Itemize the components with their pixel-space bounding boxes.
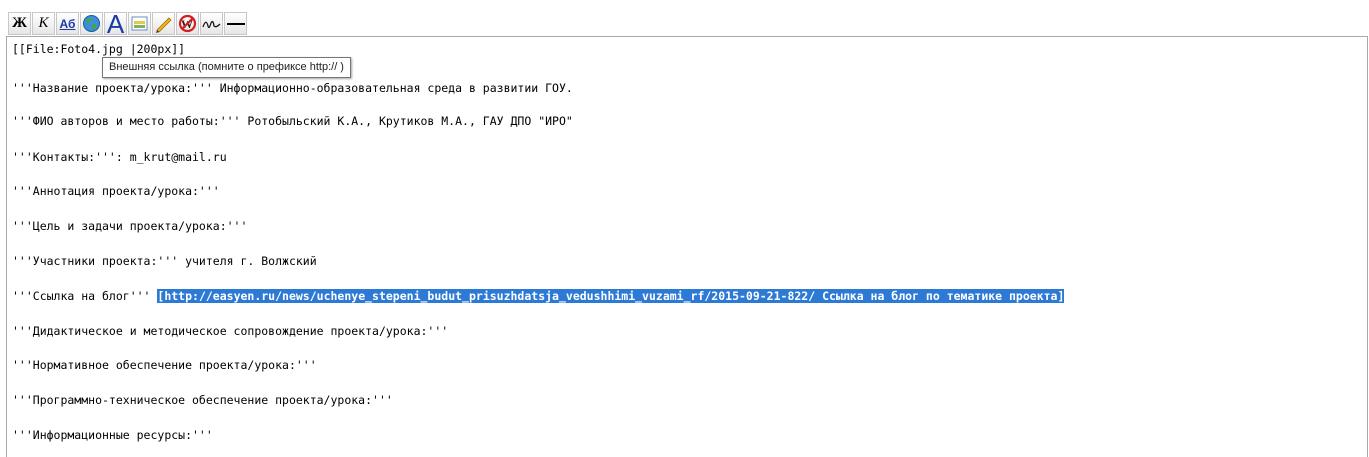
edit-toolbar: Ж К Аб A W	[8, 11, 248, 36]
nowiki-button[interactable]: W	[176, 12, 199, 35]
editor-line-blog: '''Ссылка на блог''' [http://easyen.ru/n…	[12, 288, 1065, 304]
editor-line-software: '''Программно-техническое обеспечение пр…	[12, 393, 393, 407]
internal-link-icon: Аб	[59, 16, 76, 31]
italic-icon: К	[38, 15, 49, 31]
heading-icon: A	[106, 12, 125, 35]
signature-icon	[202, 20, 221, 29]
bold-button[interactable]: Ж	[8, 12, 31, 35]
external-link-button[interactable]	[80, 12, 103, 35]
wikitext-editor[interactable]: [[File:Foto4.jpg |200px]] '''Название пр…	[6, 36, 1368, 457]
bold-icon: Ж	[12, 15, 27, 31]
globe-icon	[83, 15, 100, 32]
embedded-file-button[interactable]	[128, 12, 151, 35]
editor-line-authors: '''ФИО авторов и место работы:''' Ротобы…	[12, 114, 573, 128]
image-icon	[131, 16, 148, 31]
horizontal-line-icon	[226, 22, 245, 25]
horizontal-line-button[interactable]	[224, 12, 247, 35]
media-file-button[interactable]	[152, 12, 175, 35]
selected-blog-link: [http://easyen.ru/news/uchenye_stepeni_b…	[157, 289, 1065, 303]
editor-line-project-name: '''Название проекта/урока:''' Информацио…	[12, 81, 573, 95]
editor-line-goals: '''Цель и задачи проекта/урока:'''	[12, 219, 248, 233]
external-link-tooltip: Внешняя ссылка (помните о префиксе http:…	[102, 57, 351, 78]
pencil-icon	[156, 17, 172, 33]
editor-line-didactic: '''Дидактическое и методическое сопровож…	[12, 324, 449, 338]
editor-line-normative: '''Нормативное обеспечение проекта/урока…	[12, 358, 317, 372]
editor-line-participants: '''Участники проекта:''' учителя г. Волж…	[12, 254, 317, 268]
editor-line-file: [[File:Foto4.jpg |200px]]	[12, 42, 186, 56]
blog-line-label: '''Ссылка на блог'''	[12, 289, 158, 303]
internal-link-button[interactable]: Аб	[56, 12, 79, 35]
no-wiki-icon: W	[178, 14, 197, 33]
editor-line-contacts: '''Контакты:''': m_krut@mail.ru	[12, 150, 227, 164]
signature-button[interactable]	[200, 12, 223, 35]
editor-line-resources: '''Информационные ресурсы:'''	[12, 428, 213, 442]
big-heading-button[interactable]: A	[104, 12, 127, 35]
italic-button[interactable]: К	[32, 12, 55, 35]
editor-line-annotation: '''Аннотация проекта/урока:'''	[12, 184, 220, 198]
